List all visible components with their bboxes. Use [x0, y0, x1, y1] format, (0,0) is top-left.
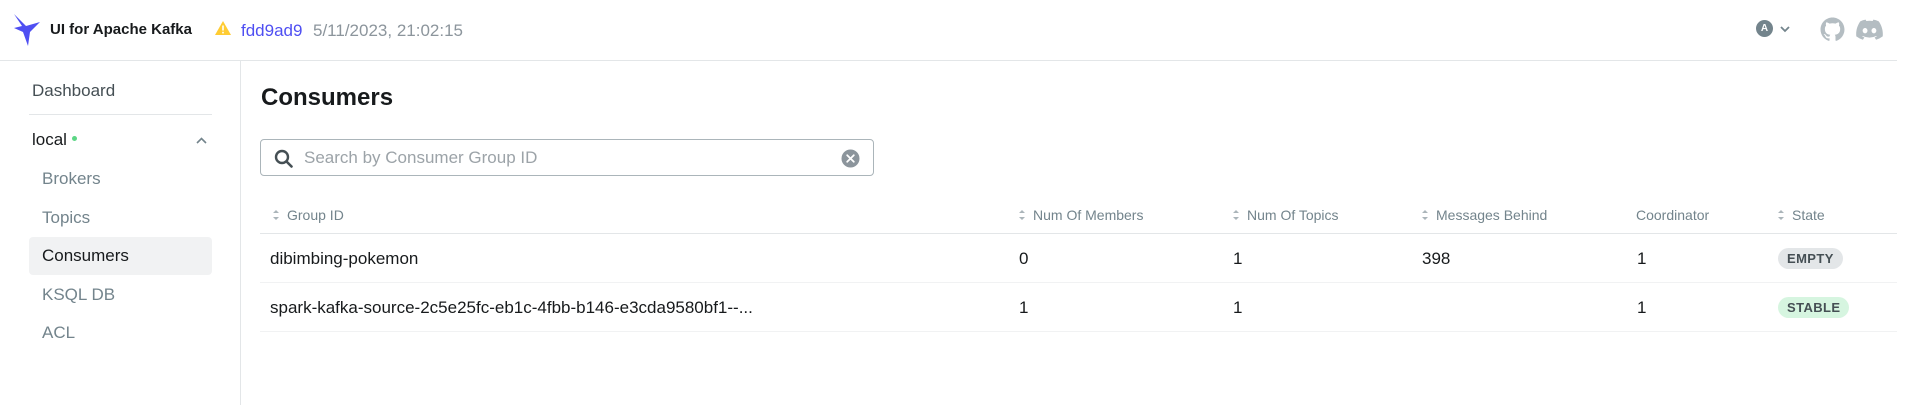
commit-link[interactable]: fdd9ad9: [241, 21, 302, 41]
sort-icon: [1019, 210, 1025, 220]
column-header-coordinator: Coordinator: [1636, 207, 1709, 223]
warning-icon: [215, 21, 231, 35]
column-label: Num Of Topics: [1247, 207, 1339, 223]
status-badge: STABLE: [1778, 297, 1850, 318]
column-header-num-topics[interactable]: Num Of Topics: [1232, 207, 1339, 223]
coordinator-cell: 1: [1637, 298, 1647, 317]
table-header: Group ID Num Of Members Num Of Topics Me…: [260, 202, 1897, 234]
search-input[interactable]: [304, 147, 824, 169]
github-icon[interactable]: [1820, 17, 1845, 42]
column-label: State: [1792, 207, 1825, 223]
column-label: Group ID: [287, 207, 344, 223]
column-label: Messages Behind: [1436, 207, 1548, 223]
column-header-num-members[interactable]: Num Of Members: [1018, 207, 1143, 223]
chevron-down-icon: [1780, 25, 1790, 32]
sidebar: Dashboard local Brokers Topics Consumers…: [0, 61, 241, 405]
num-members-cell: 0: [1019, 249, 1029, 268]
sort-icon: [1233, 210, 1239, 220]
page-title: Consumers: [261, 84, 394, 111]
sort-icon: [1422, 210, 1428, 220]
app-title[interactable]: UI for Apache Kafka: [50, 21, 192, 38]
num-topics-cell: 1: [1233, 249, 1243, 268]
consumers-table: Group ID Num Of Members Num Of Topics Me…: [260, 202, 1897, 332]
user-menu[interactable]: A: [1756, 20, 1791, 37]
coordinator-cell: 1: [1637, 249, 1647, 268]
clear-search-icon[interactable]: [841, 149, 860, 168]
cluster-toggle[interactable]: local: [32, 127, 208, 153]
build-date: 5/11/2023, 21:02:15: [313, 21, 463, 40]
table-row[interactable]: dibimbing-pokemon 0 1 398 1 EMPTY: [260, 234, 1897, 283]
group-id-link[interactable]: spark-kafka-source-2c5e25fc-eb1c-4fbb-b1…: [270, 298, 753, 318]
sidebar-item-ksql-db[interactable]: KSQL DB: [29, 276, 212, 314]
sort-icon: [1778, 210, 1784, 220]
column-label: Coordinator: [1636, 207, 1710, 223]
cluster-status-dot: [71, 135, 77, 141]
sort-icon: [273, 210, 279, 220]
num-topics-cell: 1: [1233, 298, 1243, 317]
search-icon: [274, 149, 293, 168]
user-avatar: A: [1756, 20, 1773, 37]
column-header-messages-behind[interactable]: Messages Behind: [1421, 207, 1547, 223]
column-header-group-id[interactable]: Group ID: [272, 207, 344, 223]
status-badge: EMPTY: [1778, 248, 1843, 269]
top-bar: UI for Apache Kafka fdd9ad9 5/11/2023, 2…: [0, 0, 1897, 61]
column-label: Num Of Members: [1033, 207, 1144, 223]
messages-behind-cell: 398: [1422, 249, 1451, 268]
sidebar-item-dashboard[interactable]: Dashboard: [32, 81, 115, 101]
sidebar-item-consumers[interactable]: Consumers: [29, 237, 212, 275]
group-id-link[interactable]: dibimbing-pokemon: [270, 249, 418, 269]
sidebar-divider: [29, 114, 212, 115]
column-header-state[interactable]: State: [1777, 207, 1825, 223]
chevron-up-icon: [196, 137, 207, 144]
table-row[interactable]: spark-kafka-source-2c5e25fc-eb1c-4fbb-b1…: [260, 283, 1897, 332]
sidebar-item-acl[interactable]: ACL: [29, 314, 212, 352]
sidebar-item-brokers[interactable]: Brokers: [29, 160, 212, 198]
kafka-logo-icon[interactable]: [12, 12, 42, 48]
search-box: [260, 139, 874, 176]
sidebar-item-topics[interactable]: Topics: [29, 199, 212, 237]
cluster-name: local: [32, 130, 67, 149]
num-members-cell: 1: [1019, 298, 1029, 317]
discord-icon[interactable]: [1856, 19, 1883, 41]
